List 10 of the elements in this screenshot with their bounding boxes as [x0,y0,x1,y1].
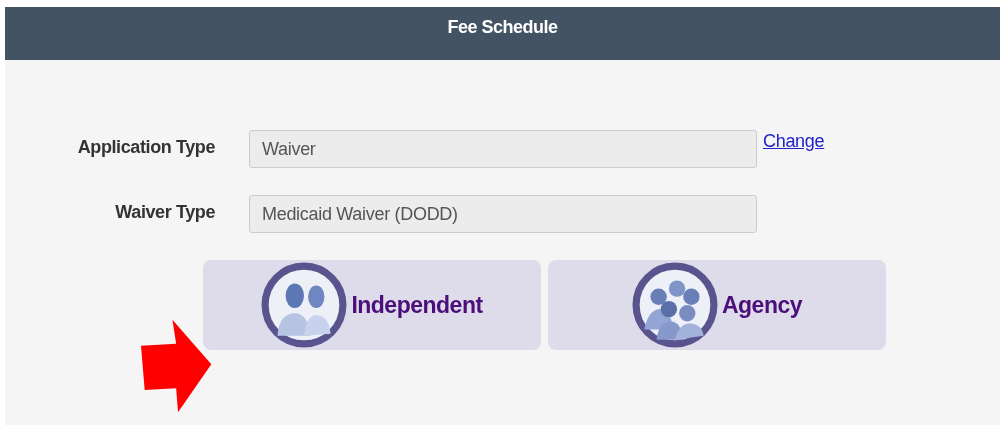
field-label: Application Type [76,136,215,159]
page-title: Fee Schedule [447,17,558,39]
option-button[interactable]: Agency [548,260,886,350]
option-button[interactable]: Independent [203,260,541,350]
group-icon [631,262,718,348]
field-label: Waiver Type [114,201,215,224]
input-field[interactable]: Medicaid Waiver (DODD) [249,195,757,233]
people-icon [261,262,348,348]
input-field[interactable]: Waiver [249,130,757,168]
change-link[interactable]: Change [763,131,825,152]
